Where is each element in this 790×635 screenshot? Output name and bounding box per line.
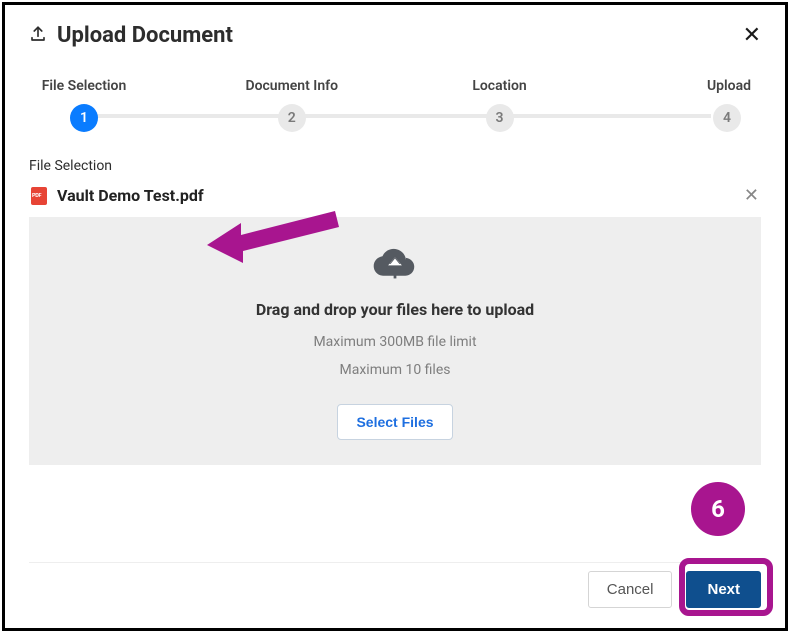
file-row: Vault Demo Test.pdf ✕ xyxy=(29,182,761,209)
step-number: 2 xyxy=(278,104,306,132)
step-label: Upload xyxy=(707,78,751,94)
pdf-file-icon xyxy=(31,187,47,205)
dropzone-hint-count: Maximum 10 files xyxy=(340,361,451,381)
step-number: 1 xyxy=(70,104,98,132)
step-number: 3 xyxy=(486,104,514,132)
cloud-upload-icon xyxy=(373,242,417,288)
select-files-button[interactable]: Select Files xyxy=(337,404,452,440)
step-label: File Selection xyxy=(42,78,127,94)
annotation-step-badge: 6 xyxy=(691,482,745,536)
stepper: File Selection 1 Document Info 2 Locatio… xyxy=(39,78,751,132)
dropzone-hint-size: Maximum 300MB file limit xyxy=(313,333,476,353)
step-location: Location 3 xyxy=(455,78,545,132)
dialog-header: Upload Document ✕ xyxy=(29,23,761,48)
file-list: Vault Demo Test.pdf ✕ xyxy=(29,182,761,209)
upload-document-dialog: Upload Document ✕ File Selection 1 Docum… xyxy=(2,2,788,631)
next-button[interactable]: Next xyxy=(686,571,761,608)
title-row: Upload Document xyxy=(29,23,233,48)
remove-file-icon[interactable]: ✕ xyxy=(744,187,759,205)
dropzone[interactable]: Drag and drop your files here to upload … xyxy=(29,217,761,465)
stepper-line xyxy=(79,114,711,118)
step-document-info: Document Info 2 xyxy=(245,78,338,132)
section-label: File Selection xyxy=(29,158,761,174)
close-icon[interactable]: ✕ xyxy=(743,25,761,47)
dropzone-title: Drag and drop your files here to upload xyxy=(256,300,534,319)
upload-icon xyxy=(29,25,47,47)
dialog-footer: Cancel Next xyxy=(29,562,761,608)
step-number: 4 xyxy=(713,104,741,132)
step-upload: Upload 4 xyxy=(661,78,751,132)
file-row-left: Vault Demo Test.pdf xyxy=(31,186,204,205)
file-name: Vault Demo Test.pdf xyxy=(57,186,204,205)
cancel-button[interactable]: Cancel xyxy=(588,571,673,608)
step-label: Document Info xyxy=(245,78,338,94)
step-file-selection: File Selection 1 xyxy=(39,78,129,132)
dialog-title: Upload Document xyxy=(57,23,233,48)
step-label: Location xyxy=(472,78,526,94)
